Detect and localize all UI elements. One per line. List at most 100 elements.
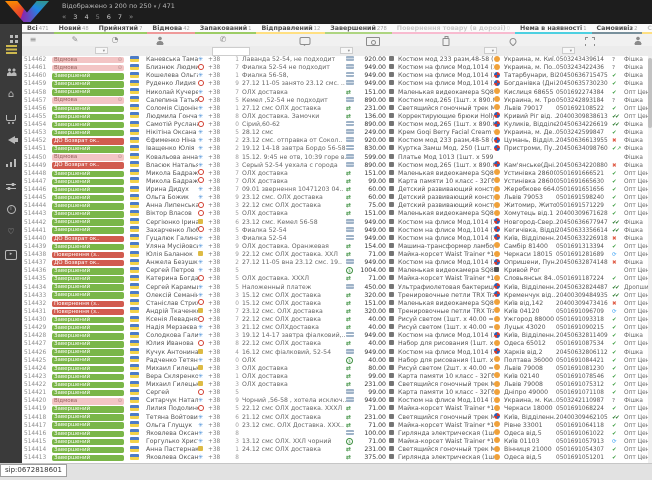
phone-link[interactable]: +38 [208, 145, 228, 153]
table-row[interactable]: 514419ЗавершенийЛилия Подолинская+38522.… [22, 405, 652, 413]
tracking-number[interactable]: 20450632824487 [556, 284, 612, 292]
phone-link[interactable]: +38 [208, 64, 228, 72]
tracking-number[interactable]: 0501691078546 [556, 373, 612, 381]
table-row[interactable]: 514423ЗавершенийВера Скляренко✳+381ОЛХ д… [22, 373, 652, 381]
column-globe-icon[interactable]: ◔ [112, 35, 119, 45]
phone-link[interactable]: +38 [208, 349, 228, 357]
tab-2[interactable]: Новий48 [54, 24, 94, 34]
page-size-caret-icon[interactable]: ▾ [154, 4, 157, 10]
app-logo-icon[interactable] [5, 1, 49, 22]
phone-link[interactable]: +38 [208, 251, 228, 259]
tracking-number[interactable]: 20450634220880 [556, 162, 612, 170]
scrollbar[interactable] [648, 56, 652, 463]
tracking-number[interactable]: 20450634226619 [556, 121, 612, 129]
tracking-number[interactable]: 0501691666521 [556, 170, 612, 178]
table-row[interactable]: 514446ЗавершенийИрина Дидух✳+38709.01 зв… [22, 186, 652, 194]
table-row[interactable]: 514430ЗавершенийКсенія Левадняя+38722.12… [22, 316, 652, 324]
tracking-number[interactable]: 20450632811409 [556, 332, 612, 340]
sidebar-item-support[interactable]: ♡ [0, 226, 22, 238]
tracking-number[interactable]: 20450636613955 [556, 137, 612, 145]
phone-link[interactable]: +38 [208, 316, 228, 324]
table-row[interactable]: 514437ДО Возврат ок..Анжела Безушку✳+382… [22, 259, 652, 267]
table-row[interactable]: 514434ЗавершенийСергей Карамышев✳+385Нал… [22, 284, 652, 292]
tracking-number[interactable]: 0501691096709 [556, 308, 612, 316]
filter-select-product[interactable]: ▾ [484, 47, 497, 54]
table-row[interactable]: 514447ЗавершенийМикола Бадражан+387ОЛХ д… [22, 178, 652, 186]
tracking-number[interactable]: 20450636715475 [556, 72, 612, 80]
phone-link[interactable]: +38 [208, 219, 228, 227]
table-row[interactable]: 514414ЗавершенийАнна Пастернак+38124.12 … [22, 446, 652, 454]
phone-link[interactable]: +38 [208, 324, 228, 332]
sidebar-item-cart[interactable] [0, 112, 22, 124]
phone-link[interactable]: +38 [208, 454, 228, 462]
tab-5[interactable]: Запакований1 [195, 24, 257, 34]
table-row[interactable]: 514457Відмова⊙Салепина Татьяна С..+385Ке… [22, 97, 652, 105]
sidebar-item-chart[interactable] [0, 157, 22, 169]
tracking-number[interactable]: 0501691651656 [556, 186, 612, 194]
phone-link[interactable]: +38 [208, 210, 228, 218]
table-row[interactable]: 514431Повернення (з..Андрій Ткаченко+387… [22, 308, 652, 316]
tab-3[interactable]: Прийнятий7 [94, 24, 148, 34]
sidebar-item-grid[interactable] [0, 30, 22, 42]
table-row[interactable]: 514424ЗавершенийМихаил Гилецький+383ОЛХ … [22, 365, 652, 373]
phone-link[interactable]: +38 [208, 422, 228, 430]
tracking-number[interactable]: 20400309838613 [556, 113, 612, 121]
phone-link[interactable]: +38 [208, 121, 228, 129]
phone-link[interactable]: +38 [208, 97, 228, 105]
phone-link[interactable]: +38 [208, 275, 228, 283]
column-menu-icon[interactable]: ≡ [30, 35, 37, 45]
table-row[interactable]: 514451ЗавершенийІващенко Юлія✳+38219.12 … [22, 145, 652, 153]
phone-link[interactable]: +38 [208, 365, 228, 373]
pager-page-3[interactable]: 3 [73, 13, 77, 21]
phone-link[interactable]: +38 [208, 243, 228, 251]
phone-link[interactable]: +38 [208, 308, 228, 316]
phone-link[interactable]: +38 [208, 113, 228, 121]
tracking-number[interactable]: 0501691068224 [556, 405, 612, 413]
column-phone-icon[interactable]: ✆ [220, 35, 227, 45]
table-row[interactable]: 514432Повернення (з..Станіслав Стрижак+3… [22, 300, 652, 308]
phone-link[interactable]: +38 [208, 292, 228, 300]
phone-link[interactable]: +38 [208, 56, 228, 64]
tracking-number[interactable]: 0501692108522 [556, 105, 612, 113]
tracking-number[interactable]: 20450633356614 [556, 227, 612, 235]
tab-11[interactable]: Сервіси0 [642, 24, 652, 34]
tracking-number[interactable]: 20450633226918 [556, 235, 612, 243]
tracking-number[interactable]: 20450635730230 [556, 80, 612, 88]
table-row[interactable]: 514426ЗавершенийКучук Антонина+38416.12 … [22, 349, 652, 357]
table-row[interactable]: 514448ЗавершенийМикола Бадражан+387ОЛХ д… [22, 170, 652, 178]
phone-link[interactable]: +38 [208, 446, 228, 454]
table-row[interactable]: 514436ЗавершенийСергей Петров✳+385$1004.… [22, 267, 652, 275]
table-row[interactable]: 514433ЗавершенийОлексій Семанін✳+38315.1… [22, 292, 652, 300]
table-row[interactable]: 514461Відмова⊙Близнюк Людмила ..+387Фиал… [22, 64, 652, 72]
phone-link[interactable]: +38 [208, 137, 228, 145]
tab-10[interactable]: Самовивіз2 [592, 24, 643, 34]
tracking-number[interactable]: 0501691081230 [556, 365, 612, 373]
phone-link[interactable]: +38 [208, 105, 228, 113]
phone-link[interactable]: +38 [208, 162, 228, 170]
tracking-number[interactable]: 0501691093318 [556, 316, 612, 324]
tracking-number[interactable]: 0501691084421 [556, 357, 612, 365]
table-row[interactable]: 514449ДО Возврат ок..Власюк Наталья✳+383… [22, 162, 652, 170]
tracking-number[interactable]: 0501691064118 [556, 422, 612, 430]
phone-link[interactable]: +38 [208, 202, 228, 210]
tracking-number[interactable]: 0501691187224 [556, 275, 612, 283]
tracking-number[interactable]: 20450636677947 [556, 219, 612, 227]
filter-select-location[interactable]: ▾ [562, 47, 575, 54]
scrollbar-thumb[interactable] [648, 58, 652, 128]
tracking-number[interactable]: 0501691665630 [556, 178, 612, 186]
sidebar-item-store[interactable]: ⌂ [0, 89, 22, 101]
tracking-number[interactable]: 20450632806112 [556, 349, 612, 357]
tracking-number[interactable]: 0501691313394 [556, 243, 612, 251]
phone-link[interactable]: +38 [208, 154, 228, 162]
tracking-number[interactable]: 0501691075312 [556, 381, 612, 389]
tracking-number[interactable]: 20400309462105 [556, 414, 612, 422]
phone-link[interactable]: +38 [208, 129, 228, 137]
tracking-number[interactable]: 0503242599847 [556, 129, 612, 137]
table-row[interactable]: 514454ЗавершенийСамотій Руслана Во..+380… [22, 121, 652, 129]
phone-link[interactable]: +38 [208, 194, 228, 202]
table-row[interactable]: 514418ЗавершенийТетяна Войтович✳+38621.1… [22, 414, 652, 422]
table-row[interactable]: 514420Відмова⊙Ситарчук Наталія Гр..✳+389… [22, 397, 652, 405]
sidebar-item-sliders[interactable] [0, 180, 22, 192]
table-row[interactable]: 514460ЗавершенийКошелева Ольга Ар..✳+381… [22, 72, 652, 80]
tracking-number[interactable]: 0503242110987 [556, 397, 612, 405]
